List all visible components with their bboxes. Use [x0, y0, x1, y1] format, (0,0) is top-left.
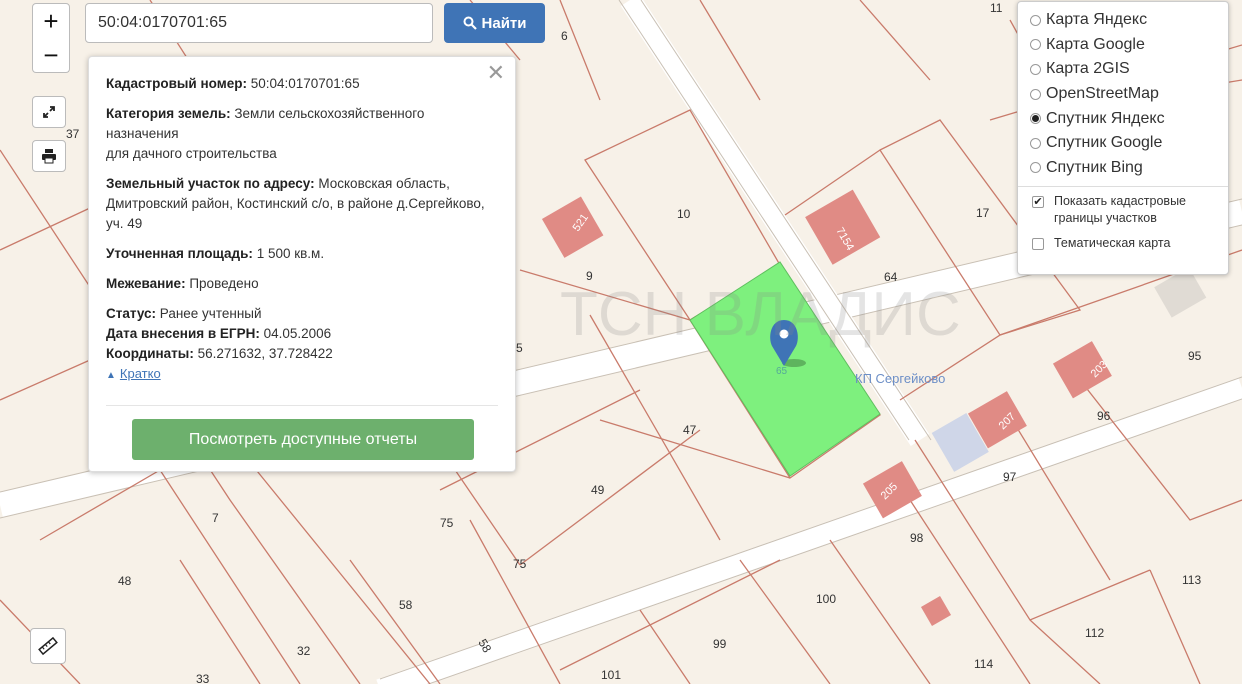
radio-selected-icon: [1030, 113, 1041, 125]
show-cadastral-label: Показать кадастровые границы участков: [1054, 194, 1187, 226]
watermark: ТСН ВЛАДИС: [560, 280, 961, 349]
parcel-number: 17: [976, 206, 990, 220]
survey-label: Межевание:: [106, 276, 186, 291]
date-value: 04.05.2006: [263, 326, 332, 341]
collapse-link[interactable]: Кратко: [120, 366, 161, 381]
date-label: Дата внесения в ЕГРН:: [106, 326, 260, 341]
divider: [1018, 186, 1228, 188]
layer-option[interactable]: Спутник Google: [1030, 131, 1218, 156]
layer-option[interactable]: Карта Google: [1030, 33, 1218, 58]
area-label: Уточненная площадь:: [106, 246, 253, 261]
category-label: Категория земель:: [106, 106, 231, 121]
parcel-number: 58: [399, 598, 413, 612]
radio-icon: [1030, 88, 1041, 100]
show-cadastral-checkbox[interactable]: ✔ Показать кадастровые границы участков: [1030, 193, 1218, 227]
parcel-number: 32: [297, 644, 311, 658]
parcel-number: 65: [776, 366, 788, 377]
zoom-out-button[interactable]: −: [32, 38, 70, 73]
parcel-number: 64: [884, 270, 898, 284]
layer-option-label: Спутник Яндекс: [1046, 109, 1165, 127]
place-label: КП Сергейково: [855, 371, 945, 386]
parcel-number: 11: [990, 1, 1003, 15]
parcel-number: 112: [1085, 626, 1104, 640]
search-button-label: Найти: [481, 14, 527, 32]
checkbox-checked-icon: ✔: [1032, 196, 1044, 209]
layer-option-label: Спутник Google: [1046, 134, 1163, 152]
layer-option-label: OpenStreetMap: [1046, 85, 1159, 103]
coords-value: 56.271632, 37.728422: [197, 346, 333, 361]
fullscreen-button[interactable]: [32, 96, 66, 128]
parcel-number: 47: [683, 423, 697, 437]
divider: [106, 405, 498, 406]
radio-icon: [1030, 14, 1041, 26]
layer-option-label: Карта Яндекс: [1046, 11, 1148, 29]
radio-icon: [1030, 162, 1041, 174]
parcel-number: 48: [118, 574, 132, 588]
parcel-number: 5: [516, 341, 523, 355]
triangle-up-icon: ▲: [106, 370, 116, 381]
address-label: Земельный участок по адресу:: [106, 176, 315, 191]
radio-icon: [1030, 39, 1041, 51]
thematic-map-checkbox[interactable]: Тематическая карта: [1030, 235, 1218, 252]
checkbox-icon: [1032, 238, 1044, 251]
parcel-number: 10: [677, 207, 691, 221]
layer-option[interactable]: Карта Яндекс: [1030, 8, 1218, 33]
radio-icon: [1030, 63, 1041, 75]
area-value: 1 500 кв.м.: [256, 246, 325, 261]
thematic-map-label: Тематическая карта: [1054, 236, 1171, 251]
parcel-number: 33: [196, 672, 210, 684]
zoom-in-button[interactable]: +: [32, 3, 70, 39]
parcel-number: 37: [66, 127, 80, 141]
category-sub: для дачного строительства: [106, 146, 277, 161]
cadastral-search-input[interactable]: [85, 3, 433, 43]
svg-text:ТСН ВЛАДИС: ТСН ВЛАДИС: [560, 280, 961, 349]
parcel-number: 49: [591, 483, 605, 497]
print-button[interactable]: [32, 140, 66, 172]
parcel-number: 9: [586, 269, 593, 283]
parcel-number: 7: [212, 511, 219, 525]
parcel-number: 113: [1182, 573, 1201, 587]
search-icon: [463, 16, 477, 30]
parcel-number: 75: [513, 557, 527, 571]
parcel-number: 98: [910, 531, 924, 545]
parcel-number: 6: [561, 29, 568, 43]
parcel-number: 75: [440, 516, 454, 530]
search-button[interactable]: Найти: [444, 3, 545, 43]
printer-icon: [42, 149, 56, 164]
survey-value: Проведено: [189, 276, 259, 291]
close-icon[interactable]: ✕: [487, 62, 505, 84]
parcel-number: 97: [1003, 470, 1017, 484]
layers-panel: Карта Яндекс Карта Google Карта 2GIS OpenSt…: [1017, 1, 1229, 275]
parcel-number: 95: [1188, 349, 1202, 363]
layer-option-label: Карта Google: [1046, 35, 1145, 53]
layer-option[interactable]: Спутник Яндекс: [1030, 106, 1218, 131]
status-value: Ранее учтенный: [159, 306, 262, 321]
parcel-info-card: ✕ Кадастровый номер: 50:04:0170701:65 Ка…: [88, 56, 516, 472]
view-reports-button[interactable]: Посмотреть доступные отчеты: [132, 419, 474, 460]
cadastral-value: 50:04:0170701:65: [250, 76, 360, 91]
coords-label: Координаты:: [106, 346, 194, 361]
parcel-number: 114: [974, 657, 993, 671]
layer-option-label: Карта 2GIS: [1046, 60, 1130, 78]
layer-option[interactable]: OpenStreetMap: [1030, 82, 1218, 107]
parcel-number: 99: [713, 637, 727, 651]
status-label: Статус:: [106, 306, 156, 321]
layer-option[interactable]: Спутник Bing: [1030, 156, 1218, 181]
radio-icon: [1030, 137, 1041, 149]
parcel-number: 96: [1097, 409, 1111, 423]
ruler-button[interactable]: [30, 628, 66, 664]
ruler-icon: [38, 636, 58, 656]
parcel-number: 100: [816, 592, 836, 606]
expand-icon: [43, 106, 55, 118]
cadastral-label: Кадастровый номер:: [106, 76, 247, 91]
layer-option[interactable]: Карта 2GIS: [1030, 57, 1218, 82]
parcel-number: 101: [601, 668, 621, 682]
layer-option-label: Спутник Bing: [1046, 158, 1143, 176]
